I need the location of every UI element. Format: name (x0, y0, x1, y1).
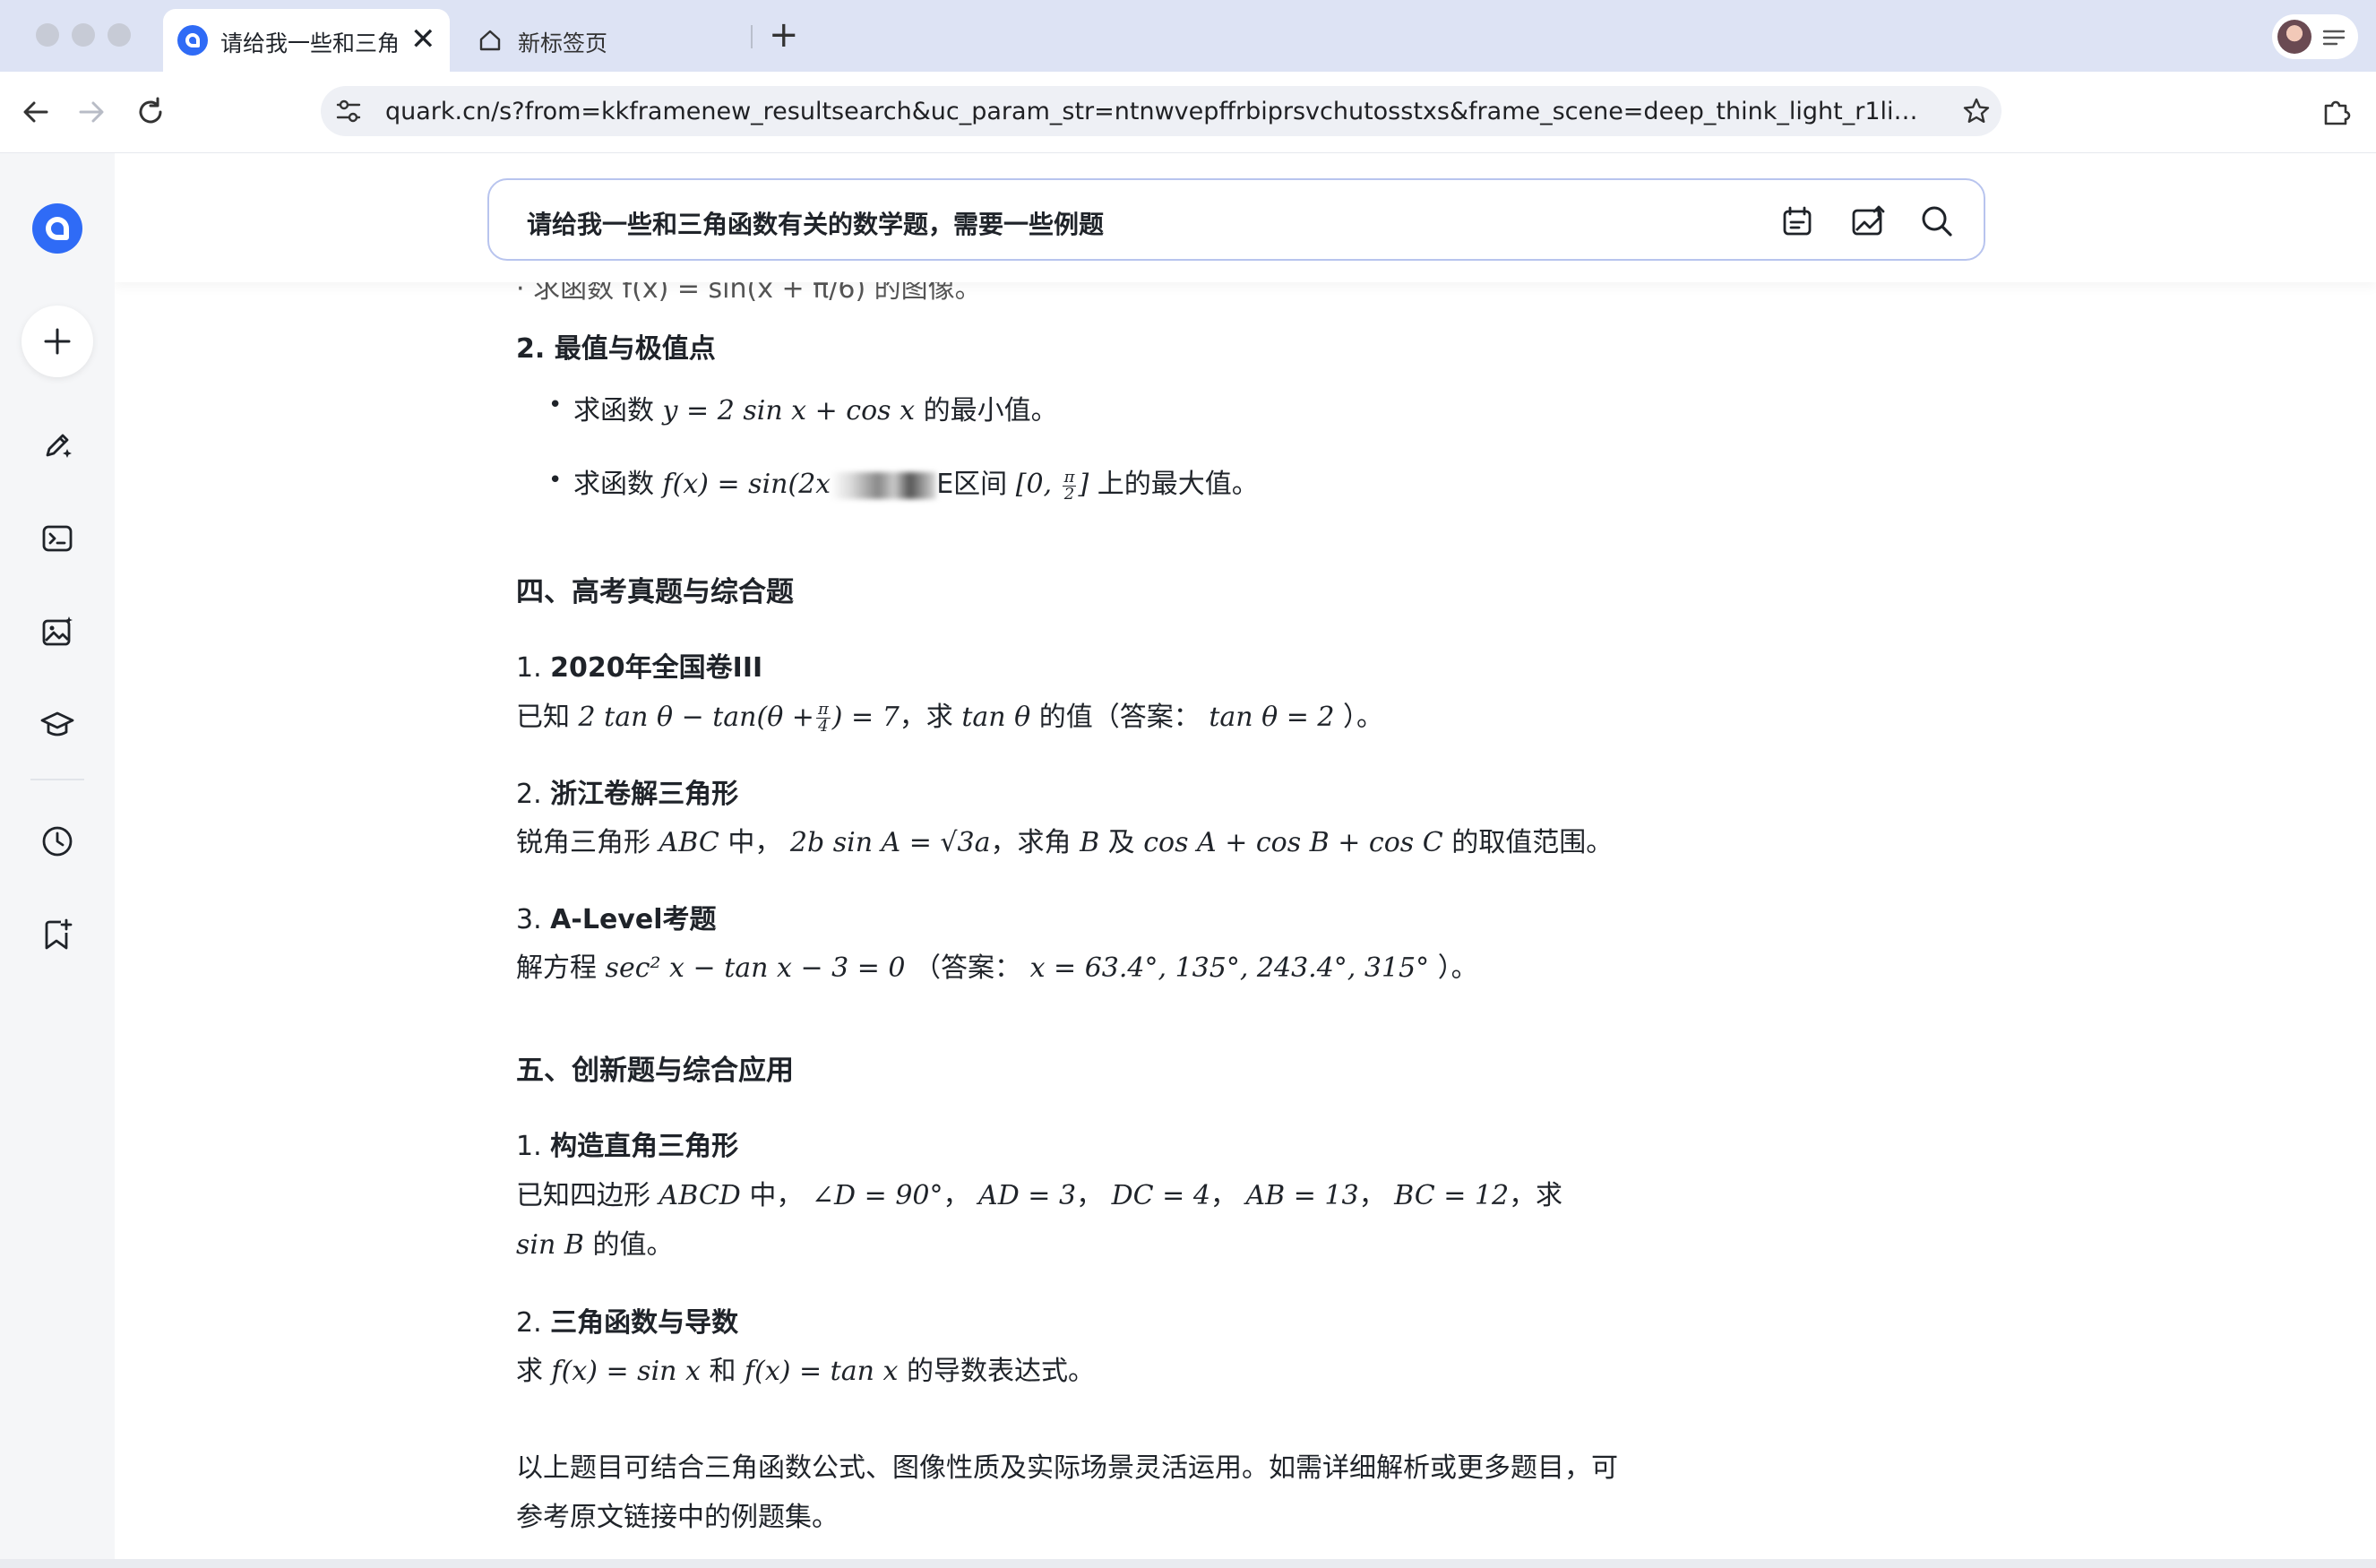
list-item: 求函数 y = 2 sin x + cos x 的最小值。 (573, 395, 1058, 426)
window-close-button[interactable] (36, 23, 59, 47)
image-icon (42, 616, 73, 646)
closing-paragraph: 参考原文链接中的例题集。 (516, 1502, 839, 1533)
back-arrow-icon[interactable] (18, 94, 54, 130)
search-icon[interactable] (1919, 203, 1955, 239)
tab-separator (751, 25, 753, 48)
quark-favicon-icon (177, 25, 208, 56)
site-settings-icon[interactable] (335, 99, 362, 124)
subsection-title: 1. 构造直角三角形 (516, 1131, 739, 1162)
clock-icon (42, 826, 73, 857)
image-upload-icon[interactable] (1849, 203, 1887, 239)
problem-text: 解方程 sec² x − tan x − 3 = 0 （答案： x = 63.4… (516, 952, 1478, 984)
tab-active[interactable]: 请给我一些和三角 ✕ (163, 9, 450, 72)
section-title: 四、高考真题与综合题 (516, 576, 794, 608)
problem-text: 求 f(x) = sin x 和 f(x) = tan x 的导数表达式。 (516, 1356, 1095, 1387)
tab-title: 新标签页 (518, 30, 608, 56)
pen-sparkle-icon (46, 434, 72, 458)
extensions-puzzle-icon[interactable] (2320, 95, 2353, 127)
sidebar-item-study[interactable] (29, 696, 86, 754)
bullet-dot: • (548, 392, 563, 418)
list-item: 求函数 f(x) = sin(2x E区间 [0, π 2] 上的最大值。 (573, 467, 1259, 504)
sidebar-item-history[interactable] (29, 813, 86, 870)
avatar (2277, 20, 2311, 54)
new-chat-button[interactable] (22, 306, 93, 377)
subsection-title: 2. 浙江卷解三角形 (516, 779, 739, 810)
app-sidebar (0, 153, 115, 1568)
subsection-title: 2. 三角函数与导数 (516, 1307, 739, 1339)
subsection-title: 2. 最值与极值点 (516, 333, 716, 365)
closing-paragraph: 以上题目可结合三角函数公式、图像性质及实际场景灵活运用。如需详细解析或更多题目，… (516, 1452, 1618, 1484)
terminal-icon (42, 525, 73, 552)
subsection-title: 3. A-Level考题 (516, 904, 717, 935)
new-tab-button[interactable]: + (769, 13, 799, 57)
search-header: 请给我一些和三角函数有关的数学题，需要一些例题 (115, 153, 2376, 282)
sidebar-item-image[interactable] (29, 603, 86, 660)
window-zoom-button[interactable] (108, 23, 131, 47)
blurred-region (831, 471, 937, 499)
problem-text: 锐角三角形 ABC 中， 2b sin A = √3a，求角 B 及 cos A… (516, 827, 1614, 858)
bookmark-star-icon[interactable] (1962, 97, 1991, 125)
url-text: quark.cn/s?from=kkframenew_resultsearch&… (385, 98, 1926, 125)
tab-strip: 请给我一些和三角 ✕ 新标签页 + (0, 0, 2376, 72)
sidebar-item-code[interactable] (29, 510, 86, 567)
section-title: 五、创新题与综合应用 (516, 1055, 794, 1087)
address-bar[interactable]: quark.cn/s?from=kkframenew_resultsearch&… (321, 86, 2002, 136)
tab-list-icon (2322, 30, 2346, 46)
search-box[interactable]: 请给我一些和三角函数有关的数学题，需要一些例题 (487, 178, 1985, 261)
tab-new-tab-page[interactable]: 新标签页 (475, 9, 762, 72)
bookmark-add-icon (45, 918, 73, 950)
plus-icon (44, 328, 71, 355)
problem-text-continued: sin B 的值。 (516, 1229, 674, 1261)
tab-close-icon[interactable]: ✕ (410, 22, 436, 57)
sidebar-item-write[interactable] (29, 417, 86, 474)
reload-icon[interactable] (133, 94, 168, 130)
subsection-title: 1. 2020年全国卷III (516, 652, 763, 684)
search-query-text: 请给我一些和三角函数有关的数学题，需要一些例题 (527, 210, 1105, 239)
graduation-cap-icon (40, 711, 74, 737)
tab-title: 请给我一些和三角 (220, 30, 400, 56)
sidebar-divider (30, 779, 84, 780)
problem-text: 已知四边形 ABCD 中， ∠D = 90°， AD = 3， DC = 4， … (516, 1180, 1563, 1211)
window-minimize-button[interactable] (72, 23, 95, 47)
bullet-dot: • (548, 467, 563, 494)
window-bottom-edge (0, 1559, 2376, 1568)
forward-arrow-icon[interactable] (73, 94, 109, 130)
ai-task-icon[interactable] (1779, 203, 1815, 239)
home-icon (479, 30, 501, 51)
profile-button[interactable] (2272, 14, 2358, 59)
sidebar-item-collections[interactable] (29, 906, 86, 963)
problem-text: 已知 2 tan θ − tan(θ + π 4) = 7，求 tan θ 的值（答… (516, 700, 1384, 736)
main-content: 请给我一些和三角函数有关的数学题，需要一些例题 · 求函数 f(x) = sin… (115, 153, 2376, 1568)
quark-logo-icon[interactable] (32, 203, 82, 254)
browser-toolbar: quark.cn/s?from=kkframenew_resultsearch&… (0, 72, 2376, 153)
